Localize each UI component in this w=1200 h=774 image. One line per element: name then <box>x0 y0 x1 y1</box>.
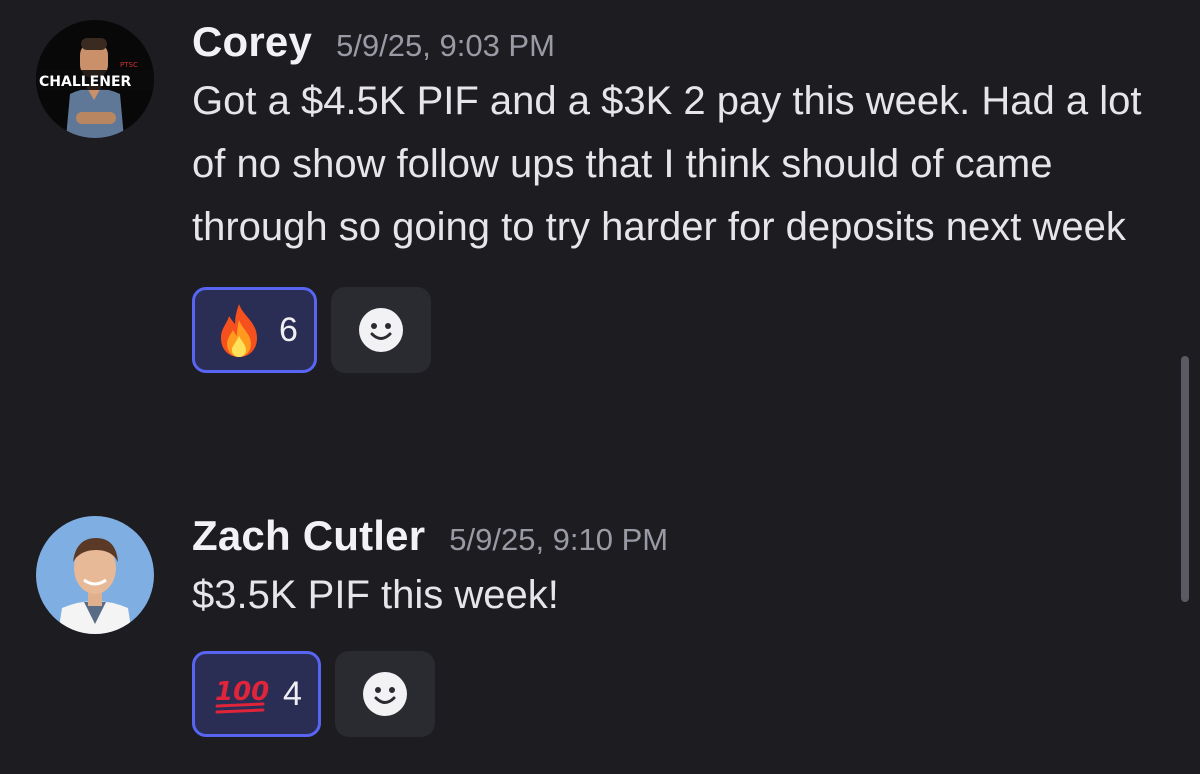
reaction-fire[interactable]: 6 <box>192 287 317 373</box>
message-header: Zach Cutler 5/9/25, 9:10 PM <box>192 512 1170 560</box>
hundred-points-emoji-icon: 100 <box>215 677 269 714</box>
author-name[interactable]: Corey <box>192 18 312 66</box>
chat-screen: CHALLENER PTSC Corey 5/9/25, 9:03 PM Got… <box>0 0 1200 774</box>
smiley-icon <box>358 308 403 352</box>
author-name[interactable]: Zach Cutler <box>192 512 425 560</box>
message-header: Corey 5/9/25, 9:03 PM <box>192 18 1170 66</box>
reaction-hundred[interactable]: 100 4 <box>192 651 321 737</box>
message-text: $3.5K PIF this week! <box>192 573 559 617</box>
avatar[interactable]: CHALLENER PTSC <box>36 20 154 138</box>
fire-emoji-icon <box>221 304 257 357</box>
scrollbar[interactable] <box>1181 356 1189 602</box>
message-text: Got a $4.5K PIF and a $3K 2 pay this wee… <box>192 79 1142 249</box>
avatar-logo-text: CHALLENER <box>39 74 132 90</box>
avatar-image <box>36 516 154 634</box>
reaction-count: 4 <box>283 674 302 713</box>
avatar-image: CHALLENER PTSC <box>36 20 154 138</box>
reaction-bar: 6 <box>192 287 1170 373</box>
avatar[interactable] <box>36 516 154 634</box>
svg-text:100: 100 <box>215 677 269 707</box>
reaction-bar: 100 4 <box>192 651 1170 737</box>
svg-text:PTSC: PTSC <box>120 61 138 69</box>
add-reaction-button[interactable] <box>330 287 431 373</box>
add-reaction-button[interactable] <box>334 651 435 737</box>
message-timestamp: 5/9/25, 9:10 PM <box>449 522 669 557</box>
smiley-icon <box>362 672 407 716</box>
reaction-count: 6 <box>279 310 298 349</box>
message-timestamp: 5/9/25, 9:03 PM <box>336 28 555 63</box>
